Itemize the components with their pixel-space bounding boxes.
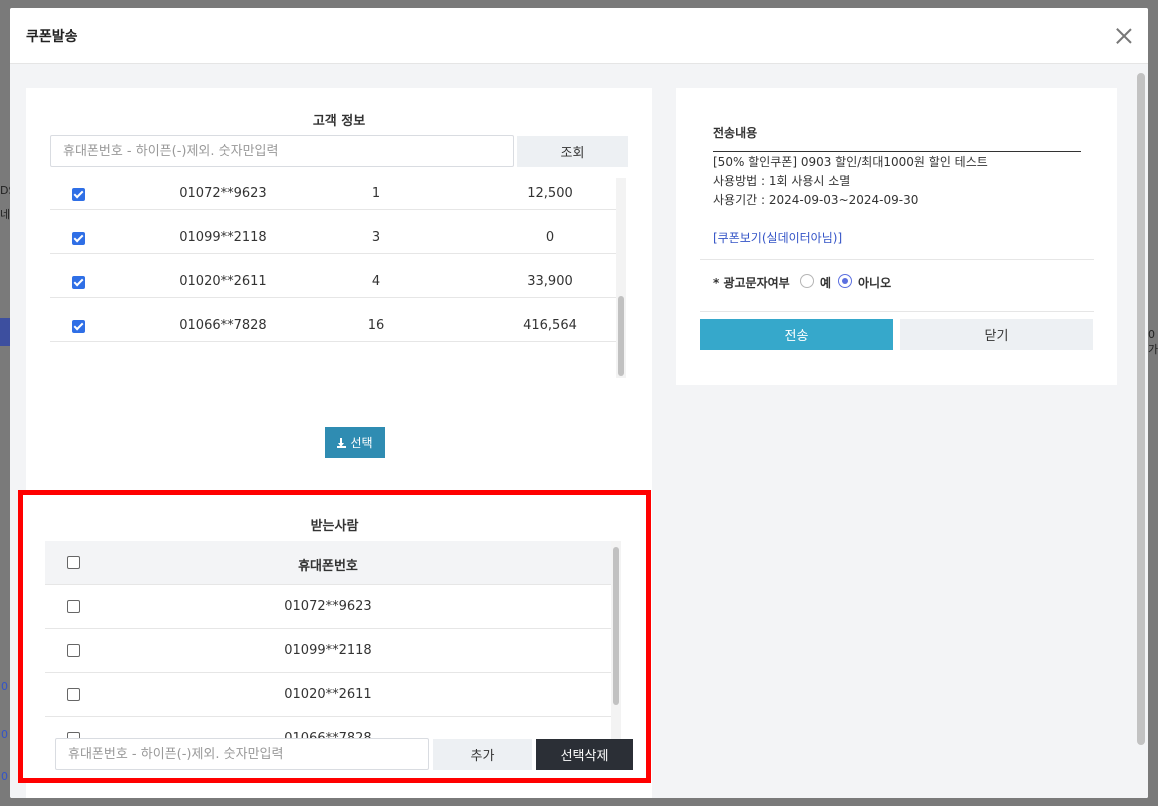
customer-table: 01072**9623 1 12,500 01099**2118 3 0 010… <box>50 178 616 378</box>
customer-count: 1 <box>371 186 381 201</box>
customer-info-title: 고객 정보 <box>312 114 366 129</box>
ad-yes-radio[interactable] <box>800 274 814 288</box>
close-icon[interactable] <box>1114 26 1134 46</box>
select-button-label: 선택 <box>350 436 373 450</box>
recipient-phone: 01020**2611 <box>284 687 372 702</box>
row-checkbox[interactable] <box>72 320 85 333</box>
table-row[interactable]: 01066**7828 16 416,564 <box>50 298 616 342</box>
coupon-view-link[interactable]: [쿠폰보기(실데이터아님)] <box>713 229 842 246</box>
recipient-phone: 01099**2118 <box>284 643 372 658</box>
customer-search-input[interactable] <box>50 135 514 167</box>
recipient-phone-input[interactable] <box>55 738 429 770</box>
modal-title: 쿠폰발송 <box>26 29 78 45</box>
recipients-title: 받는사람 <box>310 519 359 534</box>
backdrop-text: 0 <box>1 680 8 693</box>
scrollbar-thumb[interactable] <box>618 296 624 376</box>
customer-amount: 416,564 <box>523 318 577 333</box>
table-row[interactable]: 01020**2611 4 33,900 <box>50 254 616 298</box>
customer-count: 4 <box>371 274 381 289</box>
customer-phone: 01066**7828 <box>179 318 267 333</box>
backdrop-text: 0가 <box>1148 328 1158 356</box>
recipients-table-header: 휴대폰번호 <box>45 541 611 585</box>
delete-selected-button[interactable]: 선택삭제 <box>536 739 633 770</box>
backdrop-text: 0 <box>1 770 8 783</box>
message-line-1: [50% 할인쿠폰] 0903 할인/최대1000원 할인 테스트 <box>713 155 988 169</box>
table-row[interactable]: 01020**2611 <box>45 673 611 717</box>
customer-amount: 12,500 <box>527 186 573 201</box>
modal-header: 쿠폰발송 <box>10 8 1148 64</box>
row-checkbox[interactable] <box>72 232 85 245</box>
divider <box>700 259 1094 260</box>
ad-yes-label[interactable]: 예 <box>820 274 831 291</box>
row-checkbox[interactable] <box>72 276 85 289</box>
recipients-panel: 받는사람 휴대폰번호 01072**9623 01099**2118 01020… <box>18 490 651 783</box>
table-row[interactable]: 01072**9623 <box>45 585 611 629</box>
message-line-2: 사용방법 : 1회 사용시 소멸 <box>713 174 851 188</box>
customer-search-button[interactable]: 조회 <box>517 136 628 167</box>
customer-count: 3 <box>371 230 381 245</box>
customer-count: 16 <box>367 318 385 333</box>
send-button[interactable]: 전송 <box>700 319 893 350</box>
message-underline <box>713 151 1081 152</box>
divider <box>700 311 1094 312</box>
message-line-3: 사용기간 : 2024-09-03~2024-09-30 <box>713 193 919 207</box>
recipients-table: 휴대폰번호 01072**9623 01099**2118 01020**261… <box>45 541 611 743</box>
customer-amount: 33,900 <box>527 274 573 289</box>
add-recipient-button[interactable]: 추가 <box>433 739 532 770</box>
message-panel: 전송내용 [50% 할인쿠폰] 0903 할인/최대1000원 할인 테스트 사… <box>676 88 1117 385</box>
recipient-phone: 01072**9623 <box>284 599 372 614</box>
table-row[interactable]: 01072**9623 1 12,500 <box>50 178 616 210</box>
message-section-label: 전송내용 <box>713 126 758 140</box>
row-checkbox[interactable] <box>72 188 85 201</box>
ad-message-label: * 광고문자여부 <box>713 276 790 290</box>
customer-phone: 01099**2118 <box>179 230 267 245</box>
customer-amount: 0 <box>545 230 555 245</box>
scrollbar-thumb[interactable] <box>613 547 619 705</box>
column-header-phone: 휴대폰번호 <box>298 559 358 574</box>
backdrop-text: 0 <box>1 728 8 741</box>
table-row[interactable]: 01099**2118 <box>45 629 611 673</box>
scrollbar-thumb[interactable] <box>1137 73 1145 745</box>
backdrop-element <box>0 318 10 346</box>
customer-table-scrollbar[interactable] <box>616 178 626 378</box>
recipients-table-scrollbar[interactable] <box>611 541 621 741</box>
close-button[interactable]: 닫기 <box>900 319 1093 350</box>
ad-no-radio[interactable] <box>838 274 852 288</box>
customer-phone: 01072**9623 <box>179 186 267 201</box>
select-button[interactable]: 선택 <box>325 427 385 458</box>
ad-no-label[interactable]: 아니오 <box>858 274 891 291</box>
customer-phone: 01020**2611 <box>179 274 267 289</box>
download-icon <box>337 437 347 448</box>
table-row[interactable]: 01099**2118 3 0 <box>50 210 616 254</box>
modal-scrollbar[interactable] <box>1134 65 1148 798</box>
